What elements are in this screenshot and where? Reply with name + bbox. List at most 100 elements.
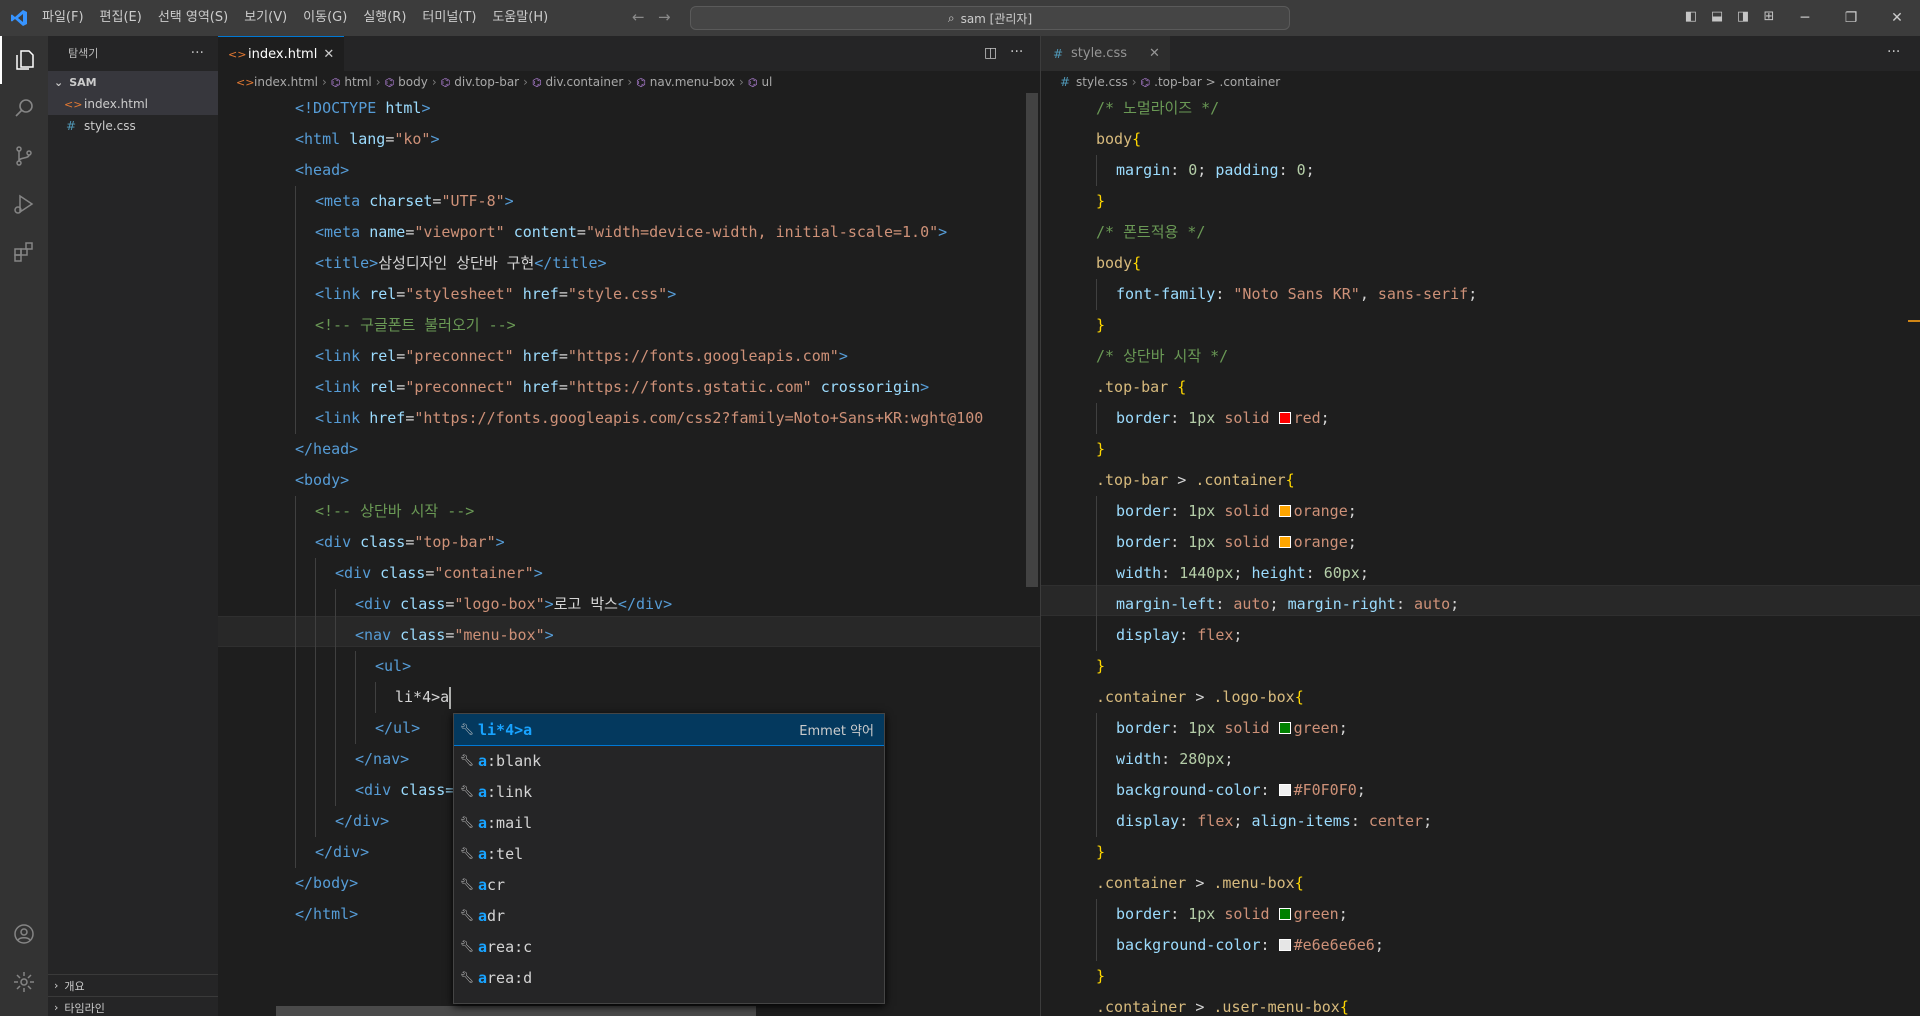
code-token: } — [1096, 316, 1106, 334]
color-swatch[interactable] — [1278, 412, 1291, 424]
file-index-html[interactable]: <> index.html — [48, 93, 218, 115]
split-editor-icon[interactable]: ◫ — [984, 45, 997, 61]
tab-index-html[interactable]: <> index.html ✕ — [218, 36, 345, 71]
suggestion-item[interactable]: 🔧︎ a cr — [454, 869, 884, 900]
minimize-icon[interactable]: ─ — [1782, 0, 1828, 36]
code-token: : — [1170, 719, 1189, 737]
code-token: > — [544, 595, 554, 613]
suggestion-item[interactable]: 🔧︎ a:mail — [454, 807, 884, 838]
css-editor[interactable]: /* 노멀라이즈 */body{margin: 0; padding: 0;} /… — [1041, 93, 1920, 1016]
code-token: width — [1116, 750, 1162, 768]
code-line: border: 1px solid orange; — [1116, 527, 1357, 558]
code-token: "preconnect" — [405, 347, 523, 365]
color-swatch[interactable] — [1278, 784, 1291, 796]
indent-guide — [295, 217, 296, 248]
code-token: href — [369, 409, 406, 427]
close-window-icon[interactable]: ✕ — [1874, 0, 1920, 36]
menu-item-5[interactable]: 실행(R) — [355, 0, 414, 36]
toggle-panel-icon[interactable]: ⬓ — [1708, 8, 1726, 26]
extensions-icon[interactable] — [0, 228, 48, 276]
menu-item-7[interactable]: 도움말(H) — [484, 0, 556, 36]
explorer-icon[interactable] — [0, 36, 48, 84]
breadcrumb-item[interactable]: style.css — [1076, 75, 1128, 89]
run-debug-icon[interactable] — [0, 180, 48, 228]
code-line: <div class= — [355, 775, 454, 806]
menu-item-4[interactable]: 이동(G) — [295, 0, 355, 36]
menu-item-2[interactable]: 선택 영역(S) — [150, 0, 236, 36]
code-token: border — [1116, 502, 1171, 520]
more-actions-icon[interactable]: ··· — [1010, 44, 1023, 60]
menu-item-6[interactable]: 터미널(T) — [414, 0, 484, 36]
menu-item-1[interactable]: 편집(E) — [92, 0, 150, 36]
code-token: : — [1170, 905, 1189, 923]
customize-layout-icon[interactable]: ⊞ — [1760, 8, 1778, 26]
breadcrumb-item[interactable]: ul — [761, 75, 772, 89]
color-swatch[interactable] — [1278, 536, 1291, 548]
suggestion-item[interactable]: 🔧︎ a dr — [454, 900, 884, 931]
code-line: <body> — [295, 465, 349, 496]
code-token: ; — [1233, 564, 1252, 582]
breadcrumb-item[interactable]: nav.menu-box — [650, 75, 735, 89]
more-actions-icon[interactable]: ··· — [1887, 44, 1900, 60]
forward-arrow-icon[interactable]: → — [658, 8, 671, 26]
outline-section[interactable]: › 개요 — [48, 974, 218, 996]
settings-gear-icon[interactable] — [0, 958, 48, 1006]
toggle-primary-sidebar-icon[interactable]: ◧ — [1682, 8, 1700, 26]
accounts-icon[interactable] — [0, 910, 48, 958]
section-label: 개요 — [64, 979, 85, 993]
code-token: href — [522, 378, 559, 396]
code-token: : — [1260, 781, 1279, 799]
file-style-css[interactable]: # style.css — [48, 115, 218, 137]
code-token: ; — [1233, 626, 1243, 644]
timeline-section[interactable]: › 타임라인 — [48, 996, 218, 1016]
menu-item-0[interactable]: 파일(F) — [38, 0, 92, 36]
breadcrumb-item[interactable]: div.container — [546, 75, 624, 89]
close-tab-icon[interactable]: ✕ — [323, 47, 334, 62]
suggestion-item[interactable]: 🔧︎ li*4>a Emmet 약어 — [454, 714, 884, 746]
suggestion-item[interactable]: 🔧︎ a:link — [454, 776, 884, 807]
source-control-icon[interactable] — [0, 132, 48, 180]
breadcrumb-item[interactable]: .top-bar > .container — [1154, 75, 1280, 89]
color-swatch[interactable] — [1278, 505, 1291, 517]
folder-sam[interactable]: ⌄ SAM — [48, 71, 218, 93]
color-swatch[interactable] — [1278, 939, 1291, 951]
code-token: : — [1170, 502, 1189, 520]
code-token: rel — [369, 378, 397, 396]
more-actions-icon[interactable]: ··· — [191, 45, 204, 61]
code-line: .top-bar { — [1096, 372, 1186, 403]
left-horizontal-scrollbar[interactable] — [276, 1006, 756, 1016]
indent-guide — [295, 310, 296, 341]
toggle-secondary-sidebar-icon[interactable]: ◨ — [1734, 8, 1752, 26]
suggest-widget[interactable]: 🔧︎ li*4>a Emmet 약어 🔧︎ a:blank 🔧︎ a:link 🔧︎ a:mai… — [453, 713, 885, 1004]
code-token: 1px — [1188, 533, 1225, 551]
suggestion-item[interactable]: 🔧︎ a rea:d — [454, 962, 884, 993]
menu-item-3[interactable]: 보기(V) — [236, 0, 295, 36]
back-arrow-icon[interactable]: ← — [632, 8, 645, 26]
color-swatch[interactable] — [1278, 722, 1291, 734]
code-token: class — [400, 595, 446, 613]
code-token: ; — [1423, 812, 1433, 830]
breadcrumb-item[interactable]: index.html — [254, 75, 318, 89]
color-swatch[interactable] — [1278, 908, 1291, 920]
breadcrumb-item[interactable]: html — [344, 75, 371, 89]
tab-style-css[interactable]: # style.css ✕ — [1041, 36, 1170, 71]
close-tab-icon[interactable]: ✕ — [1149, 46, 1160, 61]
code-token: <div — [355, 595, 401, 613]
suggestion-label: :tel — [487, 844, 524, 863]
indent-guide — [295, 713, 296, 744]
breadcrumb-item[interactable]: body — [398, 75, 428, 89]
suggestion-item[interactable]: 🔧︎ a:tel — [454, 838, 884, 869]
restore-icon[interactable]: ❐ — [1828, 0, 1874, 36]
folder-label: SAM — [69, 75, 97, 89]
suggestion-item[interactable]: 🔧︎ a:blank — [454, 745, 884, 776]
file-label: style.css — [84, 119, 136, 133]
code-token: { — [1132, 130, 1142, 148]
suggestion-item[interactable]: 🔧︎ a rea:c — [454, 931, 884, 962]
code-token: "viewport" — [414, 223, 514, 241]
search-icon[interactable] — [0, 84, 48, 132]
code-token: </title> — [534, 254, 607, 272]
breadcrumb-item[interactable]: div.top-bar — [454, 75, 519, 89]
code-token: orange — [1293, 502, 1348, 520]
command-center-search[interactable]: ⌕ sam [관리자] — [690, 6, 1290, 30]
left-vertical-scrollbar[interactable] — [1026, 93, 1038, 587]
